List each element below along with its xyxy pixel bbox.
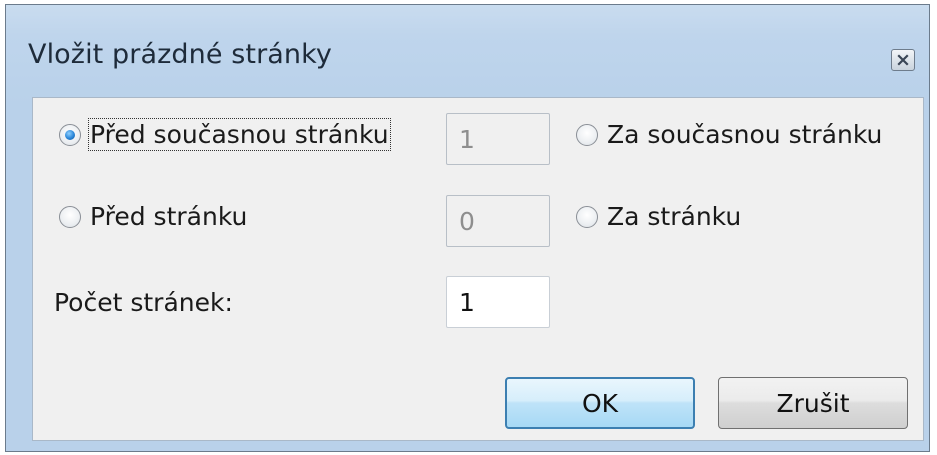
radio-after-page[interactable]: Za stránku: [576, 202, 741, 231]
radio-before-page[interactable]: Před stránku: [59, 202, 247, 231]
radio-after-page-label: Za stránku: [607, 202, 742, 231]
radio-before-page-label: Před stránku: [90, 202, 248, 231]
radio-before-current-page[interactable]: Před současnou stránku: [59, 118, 391, 151]
radio-after-current-page-label: Za současnou stránku: [607, 120, 883, 149]
page-count-input[interactable]: 1: [446, 276, 550, 328]
page-number-field: 0: [446, 195, 550, 247]
insert-blank-pages-dialog: Vložit prázdné stránky Před současnou st…: [5, 4, 930, 452]
close-button[interactable]: [891, 49, 915, 71]
title-bar[interactable]: Vložit prázdné stránky: [6, 5, 929, 97]
current-page-field: 1: [446, 113, 550, 165]
radio-before-current-page-label: Před současnou stránku: [88, 118, 391, 151]
radio-button-checked-icon: [59, 123, 81, 146]
radio-after-current-page[interactable]: Za současnou stránku: [576, 120, 882, 149]
dialog-body: Před současnou stránku 1 Za současnou st…: [32, 97, 924, 441]
radio-button-icon: [576, 123, 598, 146]
page-count-label: Počet stránek:: [54, 288, 233, 317]
radio-button-icon: [576, 205, 598, 228]
close-icon: [897, 54, 909, 66]
radio-button-icon: [59, 205, 81, 228]
cancel-button[interactable]: Zrušit: [718, 377, 908, 429]
dialog-title: Vložit prázdné stránky: [28, 39, 332, 70]
ok-button[interactable]: OK: [505, 377, 695, 429]
